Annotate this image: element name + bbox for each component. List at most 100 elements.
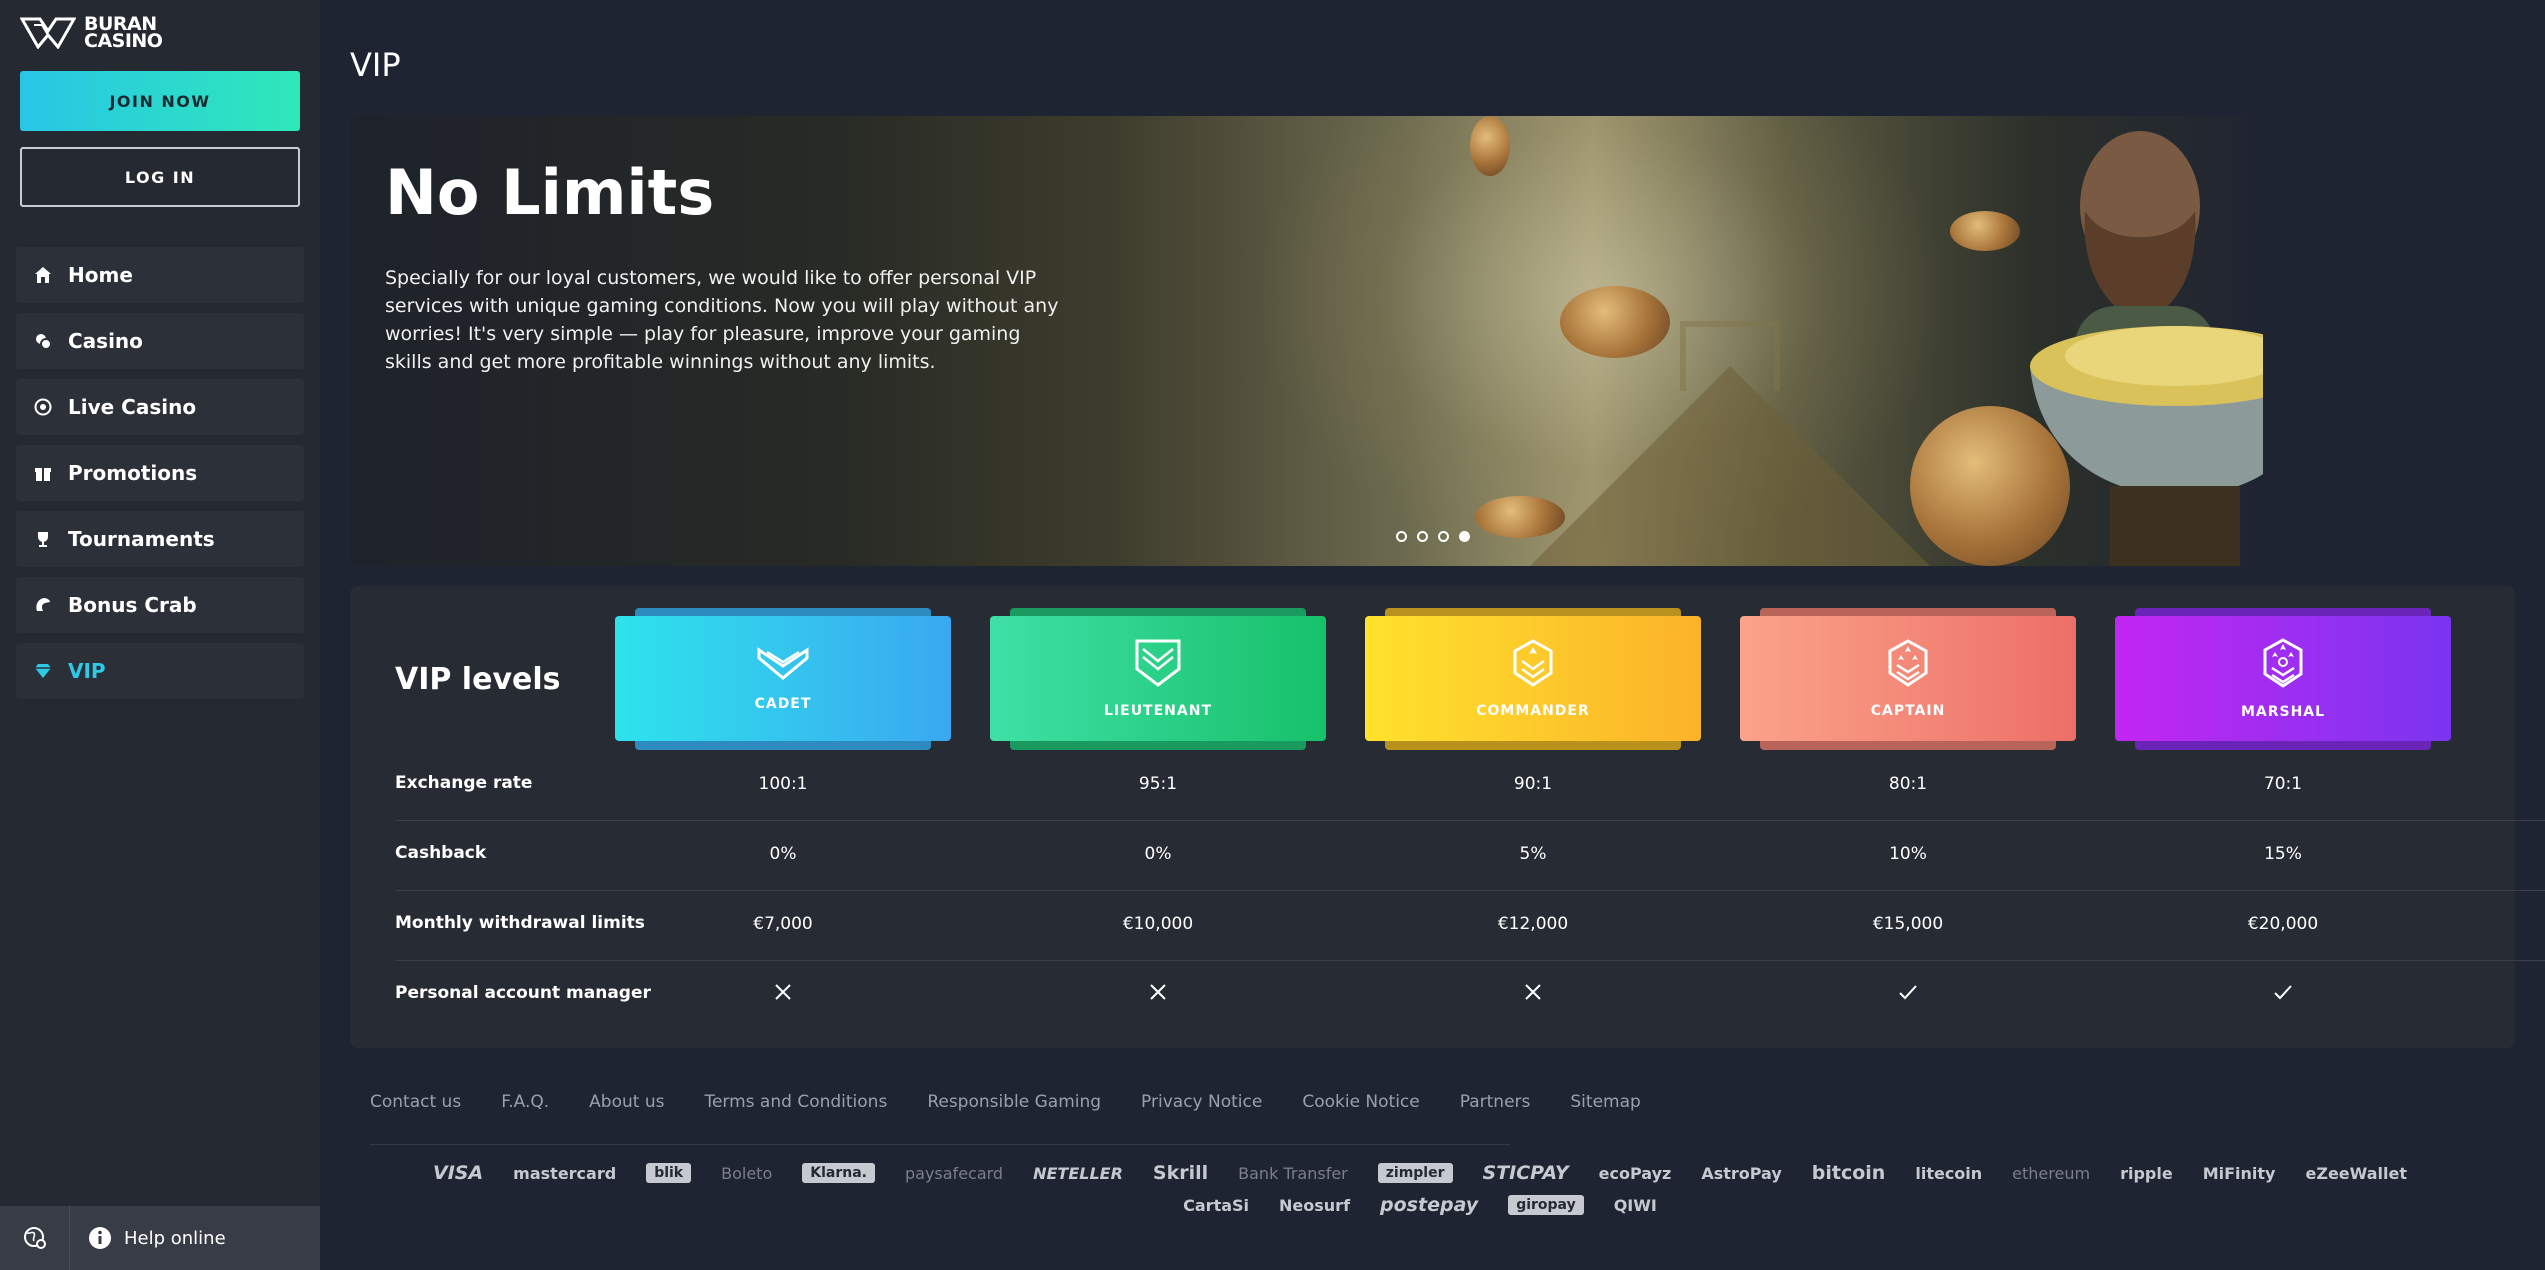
nav-item-promotions[interactable]: Promotions bbox=[16, 445, 304, 501]
nav-item-label: Promotions bbox=[68, 461, 198, 485]
hero-description: Specially for our loyal customers, we wo… bbox=[385, 267, 1059, 373]
level-card-commander: COMMANDER bbox=[1365, 608, 1701, 750]
log-in-button[interactable]: LOG IN bbox=[20, 147, 300, 207]
level-name: CAPTAIN bbox=[1870, 702, 1946, 719]
carousel-dot[interactable] bbox=[1396, 531, 1407, 542]
sidebar: BURAN CASINO JOIN NOW LOG IN Home Casino… bbox=[0, 0, 320, 1270]
nav-item-casino[interactable]: Casino bbox=[16, 313, 304, 369]
marshal-rank-icon bbox=[2263, 637, 2303, 688]
level-card-captain: CAPTAIN bbox=[1740, 608, 2076, 750]
exchange-rate-cell: 100:1 bbox=[758, 774, 808, 794]
gift-icon bbox=[32, 462, 54, 484]
row-label-personal-account-manager: Personal account manager bbox=[395, 983, 651, 1003]
payment-logo-bitcoin: bitcoin bbox=[1811, 1162, 1886, 1184]
payment-logo-mastercard: mastercard bbox=[513, 1163, 617, 1183]
row-divider bbox=[395, 820, 2545, 821]
nav-item-live-casino[interactable]: Live Casino bbox=[16, 379, 304, 435]
payment-logo-postepay: postepay bbox=[1380, 1194, 1479, 1216]
payment-methods: VISA mastercard blik Boleto Klarna. pays… bbox=[410, 1162, 2430, 1216]
footer-link-responsible-gaming[interactable]: Responsible Gaming bbox=[927, 1092, 1101, 1112]
carousel-dots bbox=[1396, 531, 1470, 542]
payment-logo-ezeewallet: eZeeWallet bbox=[2305, 1163, 2407, 1183]
footer-link-partners[interactable]: Partners bbox=[1460, 1092, 1531, 1112]
checkmark-icon bbox=[2274, 985, 2292, 1000]
hero-heading: No Limits bbox=[385, 156, 715, 229]
payment-logo-ripple: ripple bbox=[2120, 1163, 2173, 1183]
home-icon bbox=[32, 264, 54, 286]
vip-levels-title: VIP levels bbox=[395, 662, 561, 697]
cross-icon bbox=[1150, 984, 1166, 1000]
withdrawal-limit-cell: €20,000 bbox=[2247, 914, 2319, 934]
row-label-monthly-withdrawal-limits: Monthly withdrawal limits bbox=[395, 913, 645, 933]
footer-link-privacy-notice[interactable]: Privacy Notice bbox=[1141, 1092, 1262, 1112]
footer-link-cookie-notice[interactable]: Cookie Notice bbox=[1302, 1092, 1419, 1112]
nav-item-home[interactable]: Home bbox=[16, 247, 304, 303]
cross-icon bbox=[1525, 984, 1541, 1000]
captain-rank-icon bbox=[1888, 638, 1928, 687]
level-name: COMMANDER bbox=[1476, 702, 1590, 719]
payment-logo-neosurf: Neosurf bbox=[1279, 1195, 1351, 1215]
gold-coin-image bbox=[1475, 496, 1565, 538]
hero-banner: No Limits Specially for our loyal custom… bbox=[350, 116, 2263, 566]
help-online-label: Help online bbox=[124, 1227, 226, 1249]
crab-claw-icon bbox=[32, 594, 54, 616]
payment-logo-skrill: Skrill bbox=[1152, 1162, 1209, 1184]
carousel-dot[interactable] bbox=[1417, 531, 1428, 542]
payment-logo-sticpay: STICPAY bbox=[1482, 1162, 1569, 1184]
withdrawal-limit-cell: €7,000 bbox=[753, 914, 813, 934]
diamond-icon bbox=[32, 660, 54, 682]
withdrawal-limit-cell: €15,000 bbox=[1872, 914, 1944, 934]
nav-item-label: Live Casino bbox=[68, 395, 197, 419]
level-card-marshal: MARSHAL bbox=[2115, 608, 2451, 750]
live-casino-icon bbox=[32, 396, 54, 418]
help-online-button[interactable]: Help online bbox=[70, 1226, 226, 1250]
footer-link-faq[interactable]: F.A.Q. bbox=[501, 1092, 549, 1112]
nav-item-vip[interactable]: VIP bbox=[16, 643, 304, 699]
sidebar-footer: Help online bbox=[0, 1206, 320, 1270]
account-manager-cell bbox=[615, 983, 951, 1006]
footer-link-terms[interactable]: Terms and Conditions bbox=[704, 1092, 887, 1112]
level-name: LIEUTENANT bbox=[1104, 702, 1212, 719]
casino-icon bbox=[32, 330, 54, 352]
account-manager-cell bbox=[2115, 983, 2451, 1006]
cashback-cell: 5% bbox=[1519, 844, 1547, 864]
payment-logo-mifinity: MiFinity bbox=[2202, 1163, 2276, 1183]
exchange-rate-cell: 90:1 bbox=[1513, 774, 1553, 794]
payment-logo-astropay: AstroPay bbox=[1701, 1163, 1782, 1183]
brand-logo[interactable]: BURAN CASINO bbox=[20, 15, 163, 52]
footer-link-sitemap[interactable]: Sitemap bbox=[1570, 1092, 1640, 1112]
gold-coin-image bbox=[1560, 286, 1670, 358]
row-label-exchange-rate: Exchange rate bbox=[395, 773, 533, 793]
cross-icon bbox=[775, 984, 791, 1000]
main-nav: Home Casino Live Casino Promotions Tourn… bbox=[16, 247, 304, 709]
nav-item-tournaments[interactable]: Tournaments bbox=[16, 511, 304, 567]
payment-logo-giropay: giropay bbox=[1508, 1195, 1584, 1215]
nav-item-label: Tournaments bbox=[68, 527, 215, 551]
account-manager-cell bbox=[990, 983, 1326, 1006]
cadet-rank-icon bbox=[757, 646, 809, 680]
carousel-dot[interactable] bbox=[1438, 531, 1449, 542]
brand-logo-icon bbox=[20, 17, 76, 49]
language-button[interactable] bbox=[0, 1206, 70, 1270]
brand-line-2: CASINO bbox=[84, 30, 163, 52]
payment-logo-ethereum: ethereum bbox=[2012, 1163, 2091, 1183]
account-manager-cell bbox=[1365, 983, 1701, 1006]
row-divider bbox=[395, 890, 2545, 891]
nav-item-bonus-crab[interactable]: Bonus Crab bbox=[16, 577, 304, 633]
footer-links: Contact us F.A.Q. About us Terms and Con… bbox=[370, 1092, 1641, 1112]
payment-logo-bank-transfer: Bank Transfer bbox=[1238, 1163, 1348, 1183]
footer-link-contact-us[interactable]: Contact us bbox=[370, 1092, 461, 1112]
nav-item-label: Home bbox=[68, 263, 133, 287]
payment-logo-litecoin: litecoin bbox=[1915, 1163, 1983, 1183]
join-now-button[interactable]: JOIN NOW bbox=[20, 71, 300, 131]
globe-settings-icon bbox=[23, 1227, 46, 1249]
footer-link-about-us[interactable]: About us bbox=[589, 1092, 664, 1112]
payment-logo-paysafecard: paysafecard bbox=[904, 1163, 1004, 1183]
level-name: CADET bbox=[754, 695, 812, 712]
carousel-dot-active[interactable] bbox=[1459, 531, 1470, 542]
payment-logo-klarna: Klarna. bbox=[802, 1163, 875, 1183]
payment-logo-ecopayz: ecoPayz bbox=[1598, 1163, 1672, 1183]
cashback-cell: 0% bbox=[1144, 844, 1172, 864]
checkmark-icon bbox=[1899, 985, 1917, 1000]
payment-logo-visa: VISA bbox=[433, 1162, 484, 1184]
